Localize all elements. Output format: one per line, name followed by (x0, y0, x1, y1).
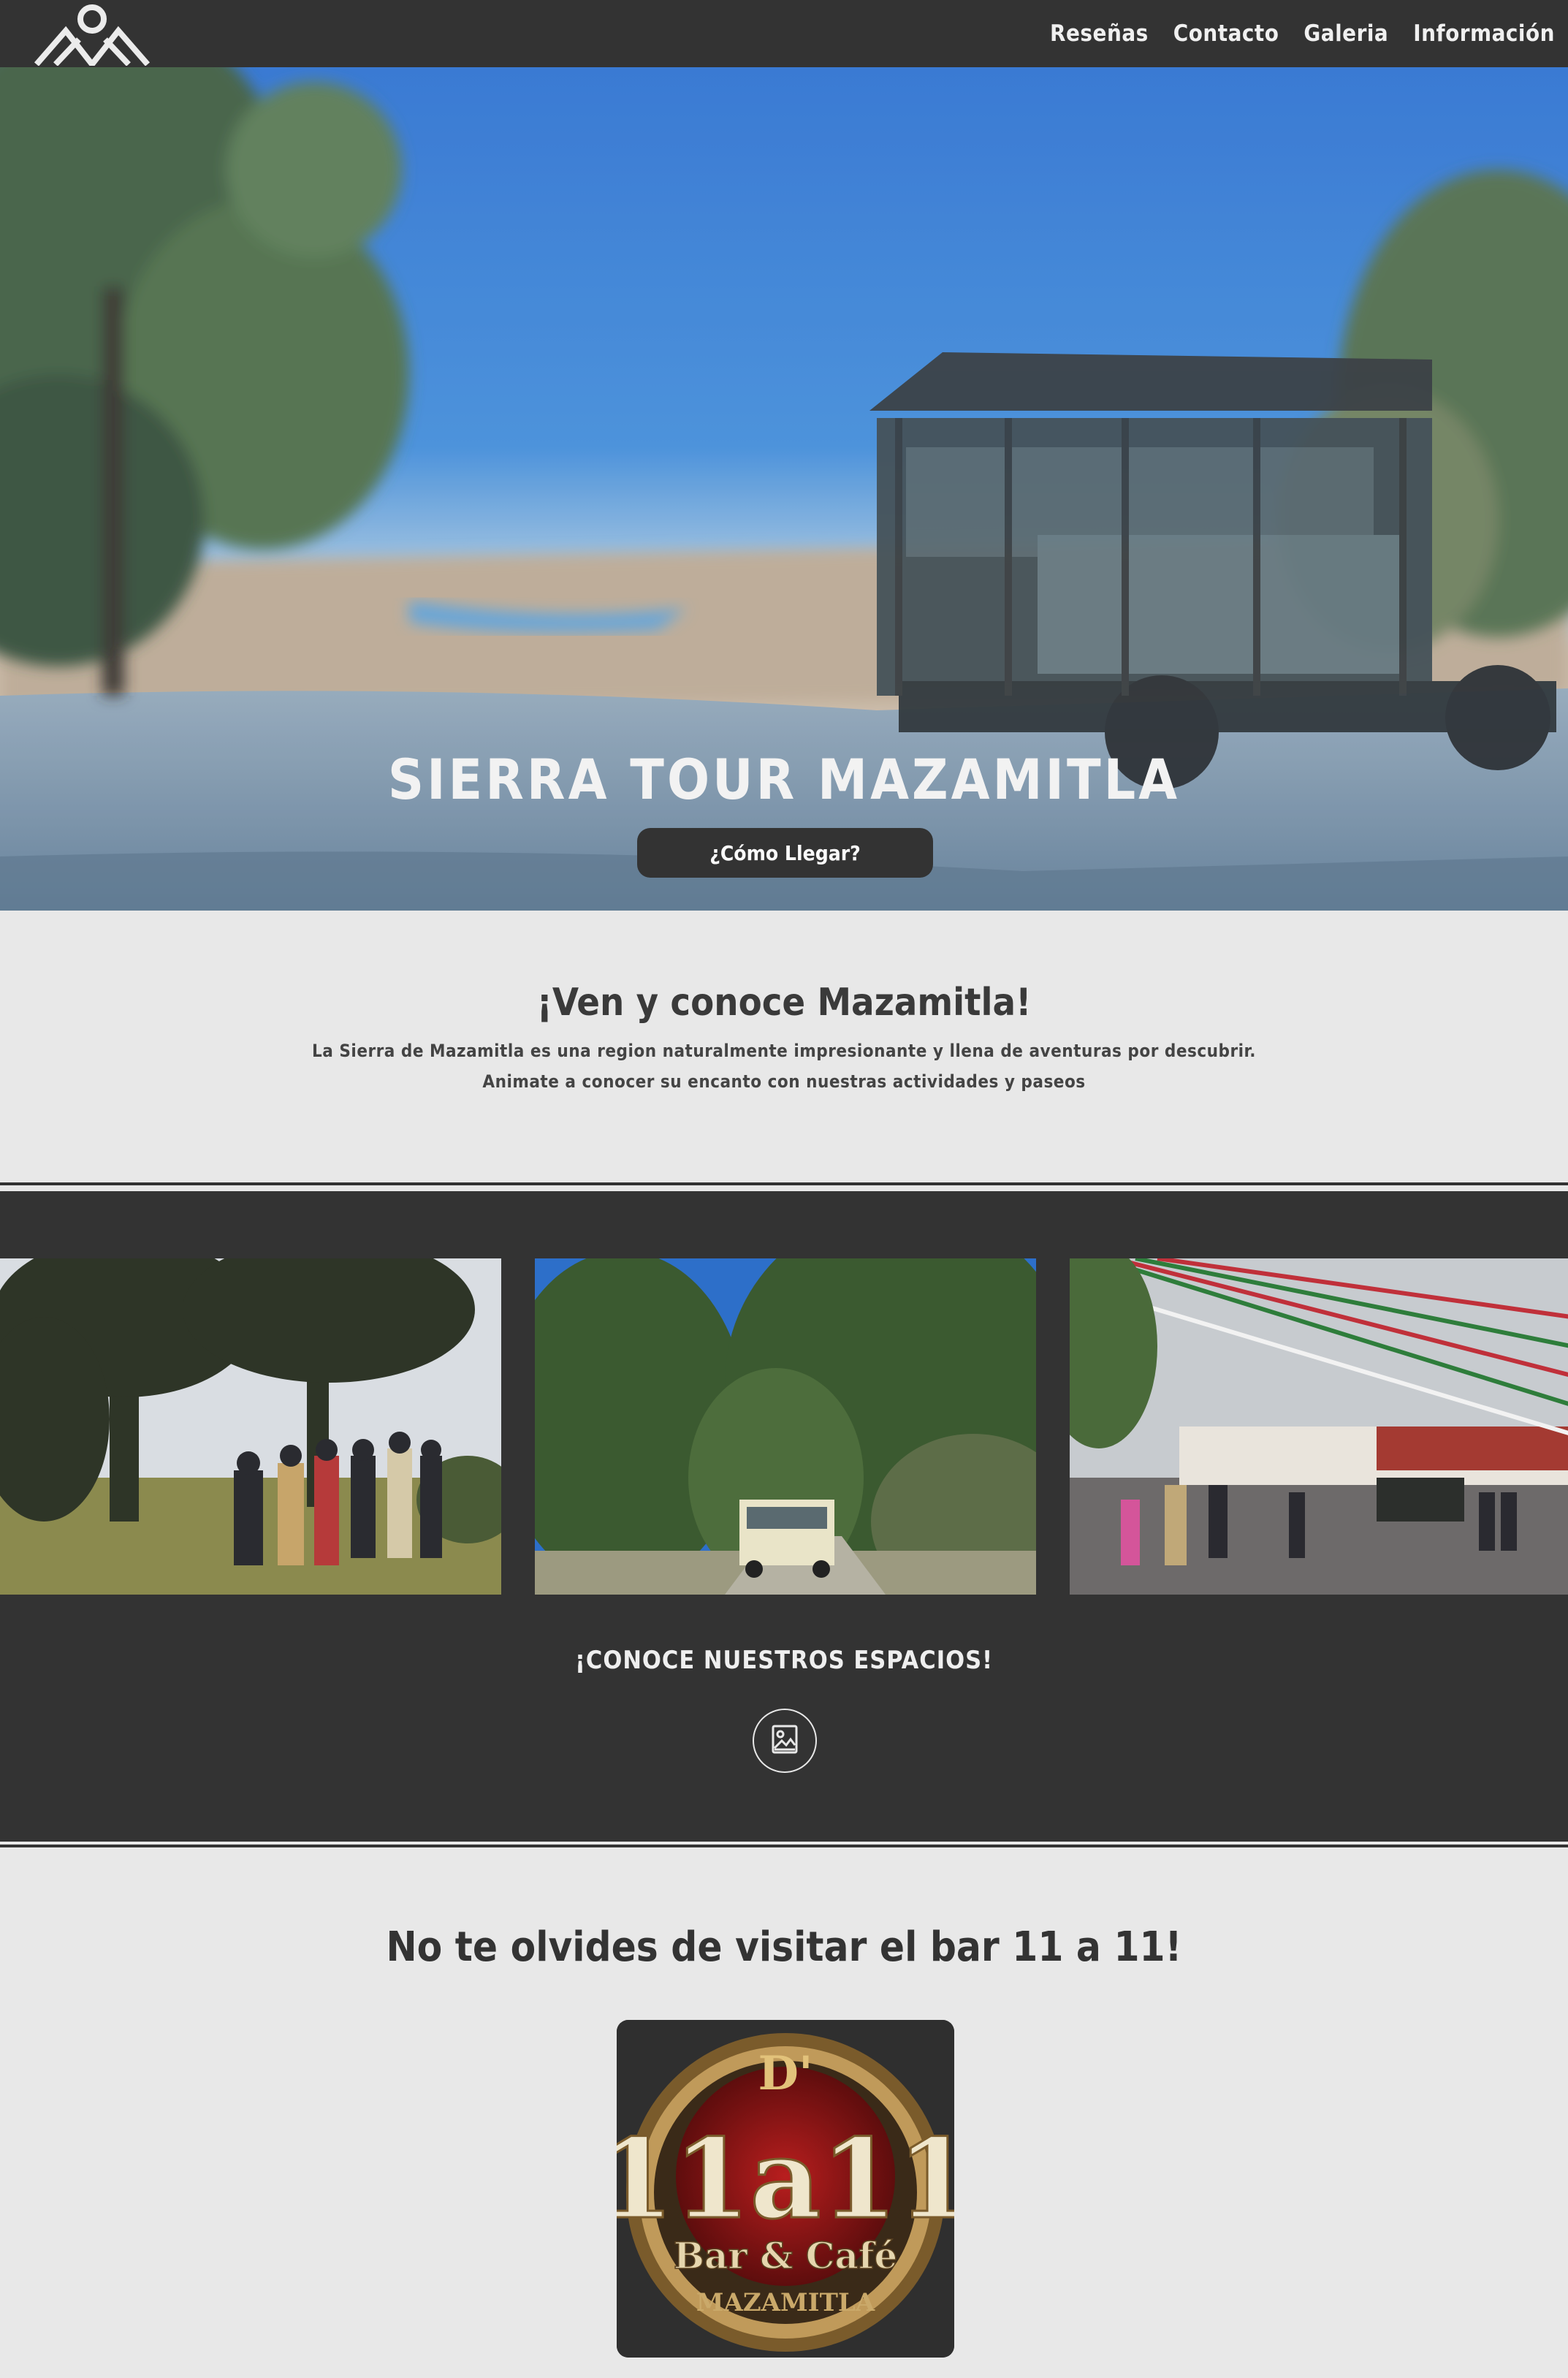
intro-section: ¡Ven y conoce Mazamitla! La Sierra de Ma… (0, 911, 1568, 1182)
gallery-photo-town-square[interactable] (1070, 1258, 1568, 1595)
nav-link-resenas[interactable]: Reseñas (1050, 20, 1149, 47)
gallery-photo-trolley-trees[interactable] (535, 1258, 1036, 1595)
nav-link-contacto[interactable]: Contacto (1173, 20, 1279, 47)
gallery-icon (769, 1723, 801, 1758)
hero-section: SIERRA TOUR MAZAMITLA ¿Cómo Llegar? (0, 67, 1568, 911)
gallery-section: ¡CONOCE NUESTROS ESPACIOS! (0, 1191, 1568, 1842)
intro-heading: ¡Ven y conoce Mazamitla! (536, 981, 1032, 1025)
bar-section: No te olvides de visitar el bar 11 a 11!… (0, 1850, 1568, 2378)
mountain-logo[interactable] (34, 1, 151, 69)
nav-menu: Reseñas Contacto Galeria Información (1050, 0, 1555, 67)
intro-text-line-2: Animate a conocer su encanto con nuestra… (482, 1071, 1086, 1092)
bar-logo-sub-text: Bar & Café (674, 2234, 897, 2277)
how-to-arrive-button[interactable]: ¿Cómo Llegar? (637, 828, 933, 878)
section-divider (0, 1182, 1568, 1185)
nav-link-informacion[interactable]: Información (1413, 20, 1555, 47)
gallery-button[interactable] (753, 1709, 817, 1773)
bar-11a11-logo[interactable]: D' 11a11 Bar & Café MAZAMITLA (617, 2020, 954, 2358)
nav-link-galeria[interactable]: Galeria (1304, 20, 1388, 47)
bar-heading: No te olvides de visitar el bar 11 a 11! (386, 1923, 1182, 1971)
intro-text-line-1: La Sierra de Mazamitla es una region nat… (312, 1041, 1256, 1061)
bar-logo-top-text: D' (758, 2046, 812, 2101)
gallery-title: ¡CONOCE NUESTROS ESPACIOS! (574, 1646, 994, 1675)
gallery-photo-forest-group[interactable] (0, 1258, 501, 1595)
hero-title: SIERRA TOUR MAZAMITLA (387, 747, 1181, 812)
bar-logo-main-text: 11a11 (617, 2115, 954, 2244)
top-navbar: Reseñas Contacto Galeria Información (0, 0, 1568, 69)
bar-logo-place-text: MAZAMITLA (696, 2288, 875, 2317)
section-divider (0, 1845, 1568, 1847)
